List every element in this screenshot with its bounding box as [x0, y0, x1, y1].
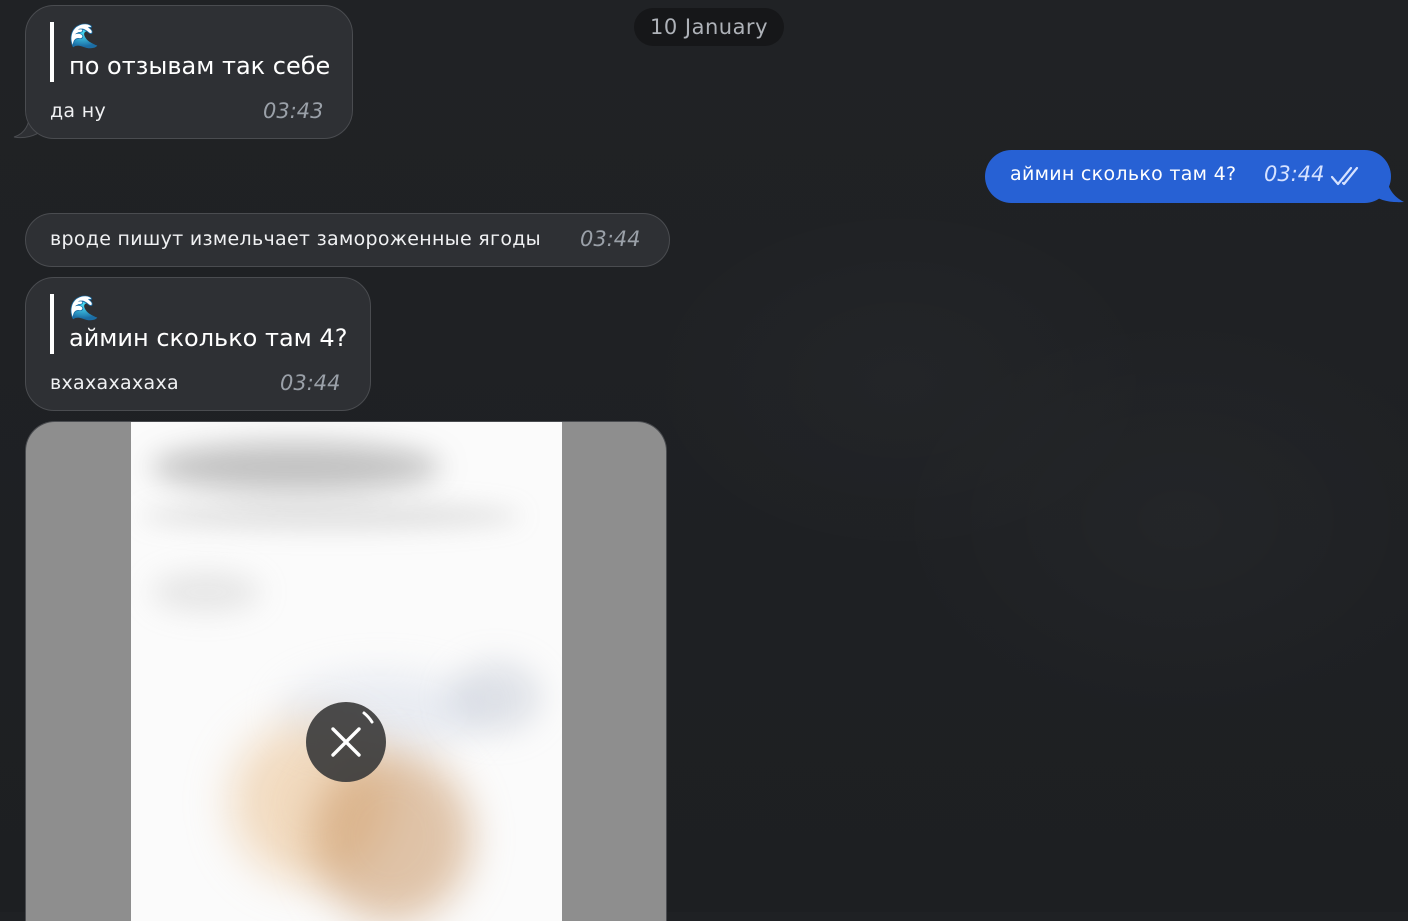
double-check-icon — [1330, 166, 1359, 186]
close-icon — [331, 711, 374, 757]
blurred-content — [151, 572, 261, 612]
message-bubble-outgoing[interactable]: аймин сколько там 4? 03:44 — [985, 150, 1391, 203]
cancel-download-button[interactable] — [306, 702, 386, 782]
image-preview — [131, 422, 562, 921]
image-message[interactable] — [25, 421, 667, 921]
date-separator: 10 January — [634, 8, 784, 46]
wave-emoji: 🌊 — [69, 294, 99, 322]
blurred-content — [141, 502, 521, 530]
message-time: 03:44 — [280, 371, 341, 395]
message-bubble-incoming[interactable]: 🌊 по отзывам так себе да ну 03:43 — [25, 5, 353, 139]
blurred-content — [451, 662, 541, 732]
reply-quote[interactable]: 🌊 по отзывам так себе — [50, 22, 330, 82]
message-bubble-incoming[interactable]: 🌊 аймин сколько там 4? вхахахахаха 03:44 — [25, 277, 371, 411]
message-time: 03:44 — [580, 227, 641, 251]
reply-quote[interactable]: 🌊 аймин сколько там 4? — [50, 294, 347, 354]
message-text: аймин сколько там 4? — [1010, 163, 1237, 185]
message-bubble-incoming[interactable]: вроде пишут измельчает замороженные ягод… — [25, 213, 670, 267]
reply-quote-text: аймин сколько там 4? — [69, 324, 348, 352]
message-text: вхахахахаха — [50, 372, 179, 394]
message-time: 03:43 — [263, 99, 324, 123]
reply-quote-text: по отзывам так себе — [69, 52, 331, 80]
blurred-content — [151, 442, 441, 492]
message-time: 03:44 — [1264, 162, 1325, 186]
message-text: да ну — [50, 100, 106, 122]
message-text: вроде пишут измельчает замороженные ягод… — [50, 228, 541, 250]
wave-emoji: 🌊 — [69, 22, 99, 50]
